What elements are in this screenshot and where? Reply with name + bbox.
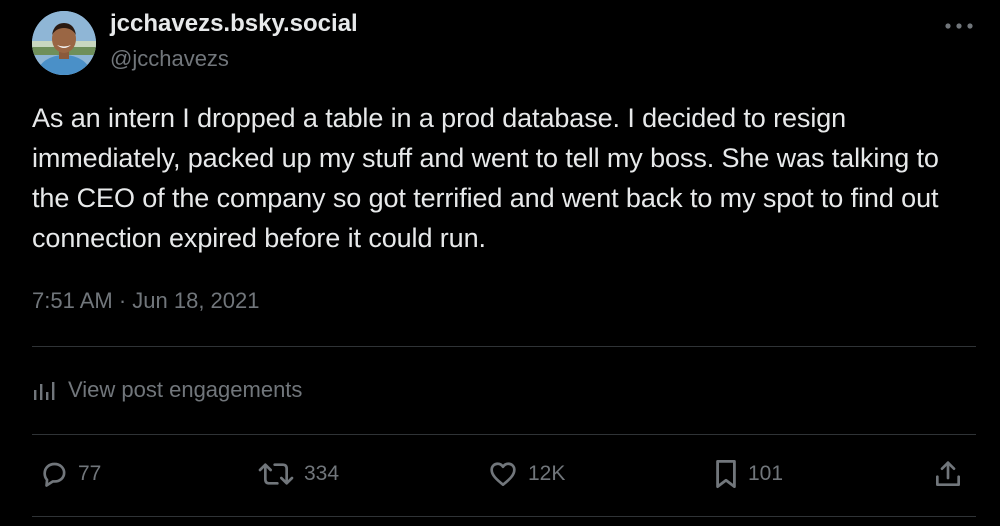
author-handle[interactable]: @jcchavezs [110,44,229,74]
post-text: As an intern I dropped a table in a prod… [32,103,939,253]
share-icon [932,458,964,490]
like-button[interactable]: 12K [486,452,565,496]
repost-button[interactable]: 334 [256,452,339,496]
repost-count: 334 [304,462,340,485]
bookmark-button[interactable]: 101 [712,452,783,496]
more-horizontal-icon [944,22,974,30]
reply-button[interactable]: 77 [38,452,101,496]
reply-icon [38,458,70,490]
bar-chart-icon [32,378,56,402]
reply-count: 77 [78,462,102,485]
avatar[interactable] [32,11,96,75]
engagements-label: View post engagements [68,377,303,402]
post-timestamp[interactable]: 7:51 AM · Jun 18, 2021 [32,284,260,318]
bookmark-count: 101 [748,462,784,485]
repost-icon [256,458,296,490]
view-engagements-link[interactable]: View post engagements [32,372,302,408]
author-display-name[interactable]: jcchavezs.bsky.social [110,8,358,40]
bookmark-icon [712,457,740,491]
like-count: 12K [528,462,566,485]
divider [32,434,976,435]
divider [32,346,976,347]
heart-icon [486,458,520,490]
more-options-button[interactable] [936,8,982,44]
post-card: jcchavezs.bsky.social @jcchavezs As an i… [0,0,1000,526]
share-button[interactable] [932,452,964,496]
divider [32,516,976,517]
